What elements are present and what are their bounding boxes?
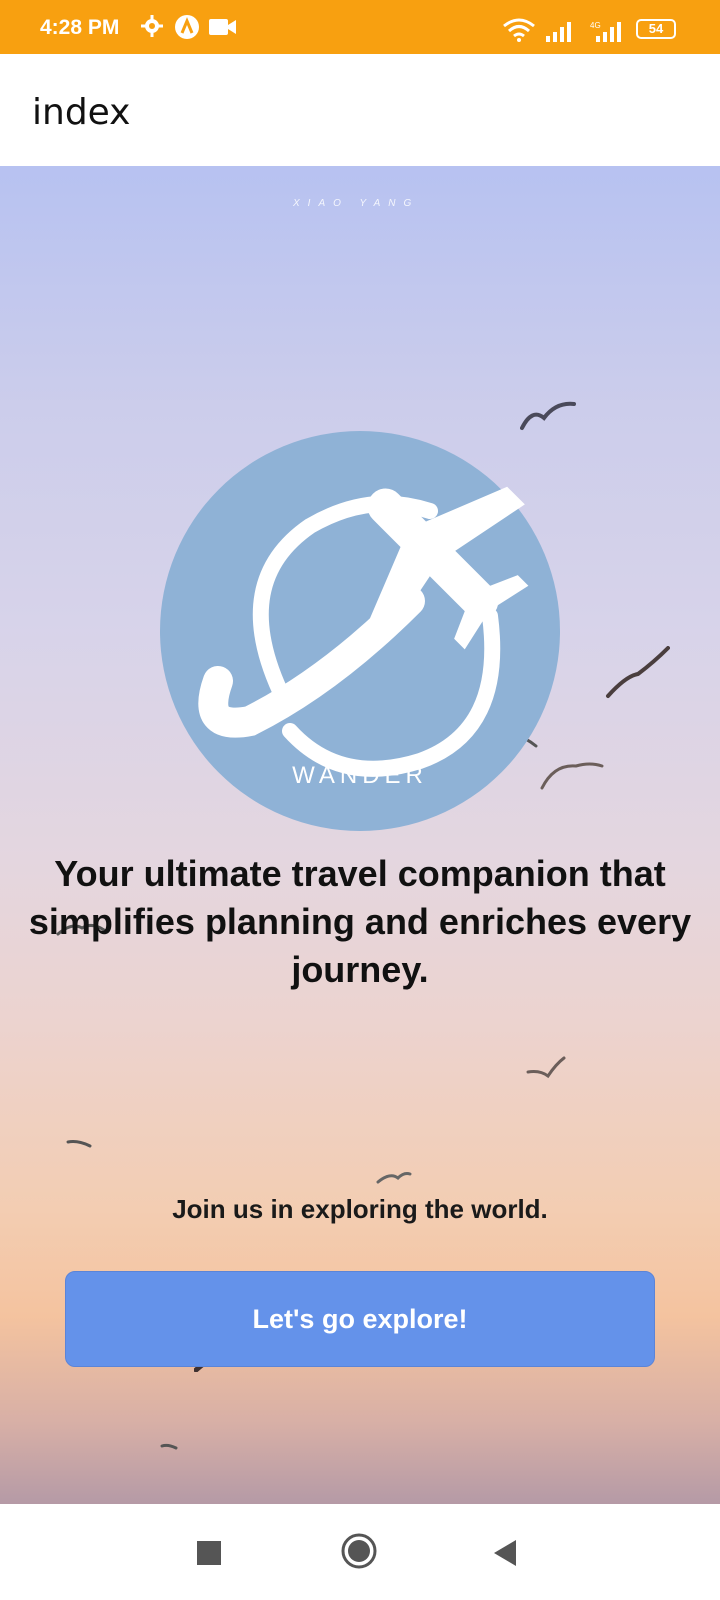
signal-icon-1 (546, 22, 571, 42)
airplane-globe-icon: WANDER (160, 431, 560, 831)
tagline: Your ultimate travel companion that simp… (28, 853, 692, 990)
battery-icon: 54 (636, 19, 676, 39)
join-text: Join us in exploring the world. (172, 1194, 548, 1224)
signal-icon-2: 4G (590, 21, 621, 42)
bird-icon (66, 1140, 92, 1148)
recent-apps-icon[interactable] (196, 1540, 222, 1566)
bird-icon (376, 1172, 412, 1184)
hero-section: XIAO YANG WANDER Your ultimate travel co… (0, 166, 720, 1504)
bird-icon (606, 646, 670, 698)
app-bar: index (0, 54, 720, 167)
app-a-icon (175, 15, 199, 39)
wander-logo: WANDER (160, 431, 560, 831)
home-icon[interactable] (340, 1532, 378, 1570)
bird-icon (160, 1443, 178, 1450)
status-time: 4:28 PM (40, 16, 120, 39)
svg-text:4G: 4G (590, 21, 601, 30)
bird-icon (526, 1056, 566, 1079)
wifi-icon (503, 18, 535, 42)
status-bar: 4:28 PM 4G 54 (0, 0, 720, 54)
explore-button[interactable]: Let's go explore! (65, 1271, 655, 1367)
video-camera-icon (209, 19, 236, 35)
logo-text: WANDER (292, 762, 428, 789)
watermark-text: XIAO YANG (293, 198, 420, 209)
settings-icon (141, 15, 163, 37)
bird-icon (520, 401, 576, 430)
back-icon[interactable] (492, 1538, 518, 1568)
system-nav-bar (0, 1504, 720, 1600)
page-title: index (32, 92, 131, 133)
